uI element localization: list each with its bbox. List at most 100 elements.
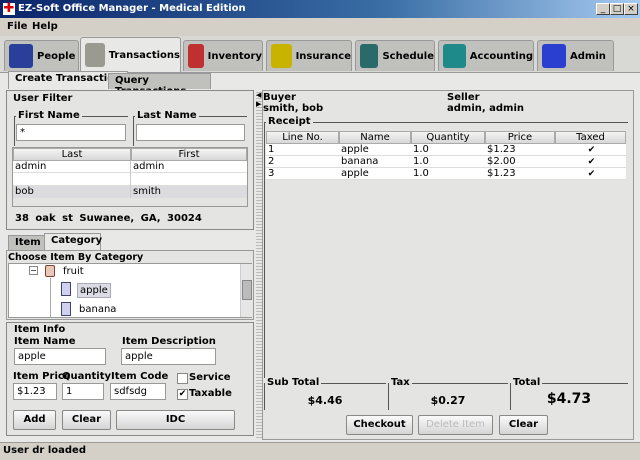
column-header-last[interactable]: Last <box>13 148 131 161</box>
receipt-row[interactable]: 3 apple 1.0 $1.23 ✔ <box>266 168 626 180</box>
tab-insurance[interactable]: Insurance <box>266 40 352 71</box>
menu-bar: File Help <box>0 18 640 36</box>
clear-item-button[interactable]: Clear <box>62 410 111 430</box>
status-text: User dr loaded <box>3 445 86 456</box>
receipt-cell: apple <box>341 144 369 155</box>
receipt-cell: 3 <box>268 168 275 179</box>
column-header-first[interactable]: First <box>131 148 247 161</box>
first-name-input[interactable]: * <box>16 124 126 141</box>
tab-admin[interactable]: Admin <box>537 40 614 71</box>
item-code-label: Item Code <box>111 371 169 382</box>
clear-transaction-button[interactable]: Clear <box>499 415 548 435</box>
cash-register-icon <box>85 43 105 67</box>
last-name-input[interactable] <box>136 124 245 141</box>
category-title: Choose Item By Category <box>8 252 144 263</box>
seller-value: admin, admin <box>447 103 525 114</box>
tree-node-fruit[interactable]: fruit <box>63 266 84 277</box>
tab-accounting[interactable]: Accounting <box>438 40 534 71</box>
receipt-row[interactable]: 2 banana 1.0 $2.00 ✔ <box>266 156 626 168</box>
table-row[interactable]: admin admin <box>13 161 247 173</box>
calculator-icon <box>443 44 466 68</box>
service-label: Service <box>189 372 231 383</box>
receipt-cell: $2.00 <box>487 156 516 167</box>
tab-category[interactable]: Category <box>44 233 102 250</box>
close-button[interactable]: × <box>624 3 638 15</box>
item-description-label: Item Description <box>122 336 216 347</box>
first-name-label: First Name <box>16 110 82 121</box>
add-button[interactable]: Add <box>13 410 56 430</box>
column-header-line-no[interactable]: Line No. <box>266 131 339 144</box>
receipt-cell: apple <box>341 168 369 179</box>
receipt-cell: 1 <box>268 144 275 155</box>
caduceus-icon <box>271 44 292 68</box>
tree-scrollbar[interactable] <box>240 264 252 317</box>
quantity-input[interactable]: 1 <box>62 383 104 400</box>
receipt-cell: $1.23 <box>487 168 516 179</box>
checkout-button[interactable]: Checkout <box>346 415 413 435</box>
item-name-label: Item Name <box>14 336 76 347</box>
tab-inventory[interactable]: Inventory <box>183 40 263 71</box>
menu-help[interactable]: Help <box>32 21 58 32</box>
taxable-label: Taxable <box>189 388 232 399</box>
menu-file[interactable]: File <box>7 21 27 32</box>
forklift-icon <box>188 44 204 68</box>
receipt-cell: 1.0 <box>413 144 429 155</box>
user-filter-title: User Filter <box>13 93 73 104</box>
leaf-icon <box>61 282 71 296</box>
taxed-checkbox: ✔ <box>587 157 596 167</box>
column-header-taxed[interactable]: Taxed <box>555 131 626 144</box>
window-title: EZ-Soft Office Manager - Medical Edition <box>18 3 246 14</box>
tab-transactions[interactable]: Transactions <box>80 37 181 72</box>
seller-label: Seller <box>447 92 480 103</box>
calendar-icon <box>360 44 379 68</box>
total-label: Total <box>511 377 543 388</box>
receipt-cell: 2 <box>268 156 275 167</box>
expand-right-icon[interactable]: ▶ <box>256 100 261 108</box>
idc-button[interactable]: IDC <box>116 410 235 430</box>
subtab-query-transactions[interactable]: Query Transactions <box>108 73 211 97</box>
item-code-input[interactable]: sdfsdg <box>110 383 166 400</box>
receipt-cell: $1.23 <box>487 144 516 155</box>
tab-people[interactable]: People <box>4 40 79 71</box>
user-table: Last First admin admin bob smith <box>12 147 248 207</box>
leaf-icon <box>61 302 71 316</box>
service-checkbox[interactable] <box>177 373 188 384</box>
table-row[interactable]: bob smith <box>13 186 247 198</box>
scroll-thumb[interactable] <box>242 280 252 300</box>
receipt-row[interactable]: 1 apple 1.0 $1.23 ✔ <box>266 144 626 156</box>
taxable-checkbox[interactable]: ✔ <box>177 389 188 400</box>
taxed-checkbox: ✔ <box>587 169 596 179</box>
tab-item[interactable]: Item <box>8 235 48 250</box>
collapse-icon[interactable]: − <box>29 266 38 275</box>
tab-schedule[interactable]: Schedule <box>355 40 435 71</box>
subtotal-value: $4.46 <box>307 394 343 407</box>
maximize-button[interactable]: □ <box>610 3 624 15</box>
tree-node-banana[interactable]: banana <box>79 304 116 315</box>
taxed-checkbox: ✔ <box>587 145 596 155</box>
receipt-cell: 1.0 <box>413 168 429 179</box>
column-header-name[interactable]: Name <box>339 131 411 144</box>
column-header-quantity[interactable]: Quantity <box>411 131 485 144</box>
item-price-input[interactable]: $1.23 <box>13 383 57 400</box>
table-row[interactable] <box>13 173 247 186</box>
user-address: 38 oak st Suwanee, GA, 30024 <box>15 213 202 224</box>
delete-item-button[interactable]: Delete Item <box>418 415 493 435</box>
tree-node-apple[interactable]: apple <box>77 283 111 298</box>
item-name-input[interactable]: apple <box>14 348 106 365</box>
tax-value: $0.27 <box>430 394 466 407</box>
folder-icon <box>45 265 55 277</box>
tools-icon <box>542 44 566 68</box>
item-description-input[interactable]: apple <box>121 348 216 365</box>
collapse-left-icon[interactable]: ◀ <box>256 91 261 99</box>
receipt-cell: banana <box>341 156 379 167</box>
subtotal-label: Sub Total <box>265 377 322 388</box>
category-tree: − fruit apple banana <box>8 263 252 318</box>
people-icon <box>9 44 33 68</box>
app-icon: ✚ <box>3 1 15 16</box>
title-bar: ✚ EZ-Soft Office Manager - Medical Editi… <box>0 0 640 18</box>
minimize-button[interactable]: _ <box>596 3 610 15</box>
column-header-price[interactable]: Price <box>485 131 555 144</box>
receipt-title: Receipt <box>266 116 313 127</box>
status-bar: User dr loaded <box>0 442 640 460</box>
quantity-label: Quantity <box>62 371 111 382</box>
